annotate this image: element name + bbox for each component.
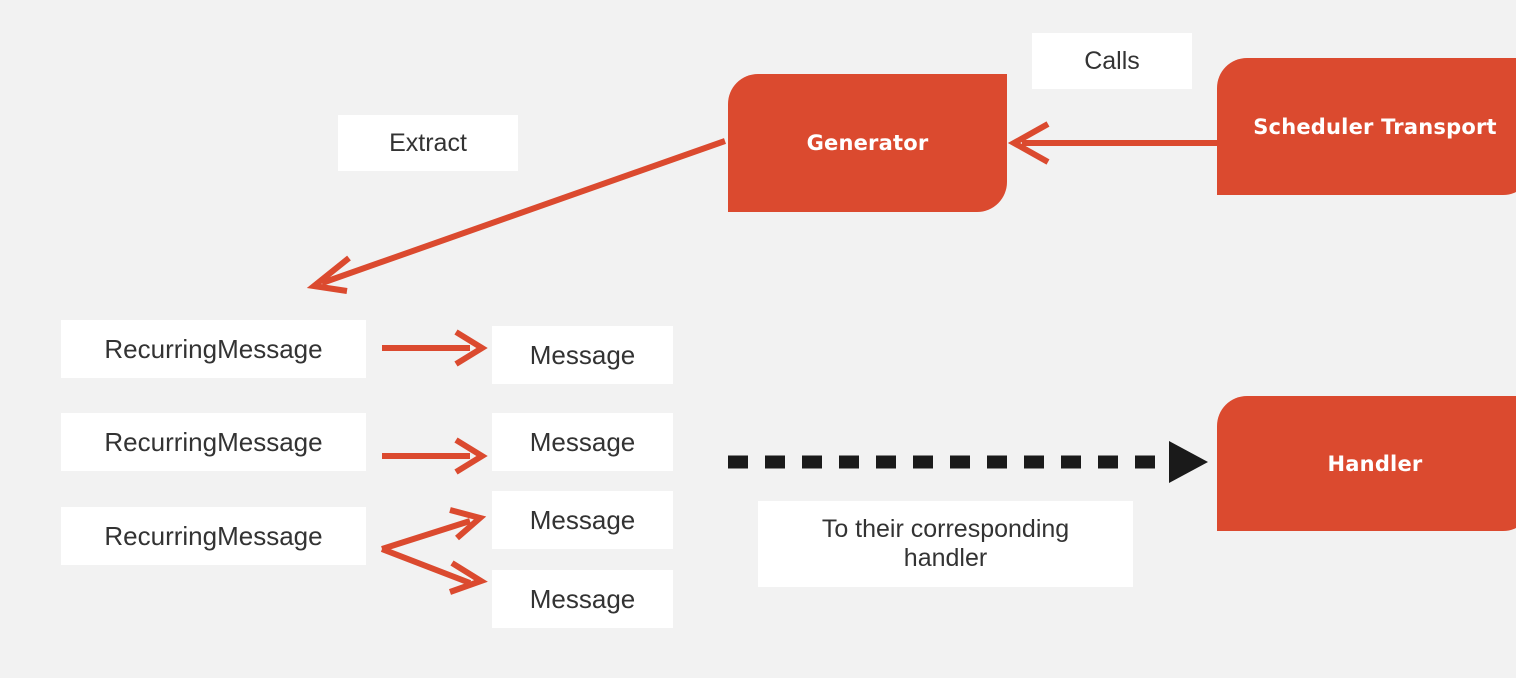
edge-label-calls: Calls bbox=[1032, 33, 1192, 89]
edge-label-to-handler-line1: To their corresponding bbox=[821, 514, 1070, 543]
edge-label-to-handler: To their corresponding handler bbox=[758, 501, 1133, 587]
node-generator-label: Generator bbox=[806, 131, 929, 155]
edge-label-extract: Extract bbox=[338, 115, 518, 171]
edge-scheduler-to-generator bbox=[1007, 121, 1217, 165]
diagram-canvas: Generator Scheduler Transport Handler Ca… bbox=[0, 0, 1516, 678]
node-message-3: Message bbox=[492, 491, 673, 549]
node-message-3-label: Message bbox=[529, 504, 636, 535]
node-recurring-message-1-label: RecurringMessage bbox=[104, 333, 323, 364]
edge-label-extract-text: Extract bbox=[389, 128, 467, 157]
node-scheduler-transport[interactable]: Scheduler Transport bbox=[1217, 58, 1516, 195]
node-message-4-label: Message bbox=[529, 583, 636, 614]
node-message-4: Message bbox=[492, 570, 673, 628]
edge-recurring-1-to-message-1 bbox=[382, 329, 488, 367]
edge-label-calls-text: Calls bbox=[1084, 46, 1140, 75]
node-recurring-message-1: RecurringMessage bbox=[61, 320, 366, 378]
node-recurring-message-3-label: RecurringMessage bbox=[104, 520, 323, 551]
edge-recurring-3-to-message-4 bbox=[380, 546, 488, 595]
node-message-2: Message bbox=[492, 413, 673, 471]
node-handler-label: Handler bbox=[1327, 451, 1423, 476]
edge-recurring-2-to-message-2 bbox=[382, 437, 488, 475]
edge-messages-to-handler bbox=[728, 441, 1208, 483]
node-recurring-message-2-label: RecurringMessage bbox=[104, 426, 323, 457]
node-scheduler-transport-label: Scheduler Transport bbox=[1253, 114, 1497, 139]
node-message-1-label: Message bbox=[529, 339, 636, 370]
node-generator[interactable]: Generator bbox=[728, 74, 1007, 212]
edge-recurring-3-to-message-3 bbox=[381, 507, 487, 552]
node-handler[interactable]: Handler bbox=[1217, 396, 1516, 531]
node-recurring-message-3: RecurringMessage bbox=[61, 507, 366, 565]
node-message-2-label: Message bbox=[529, 426, 636, 457]
node-recurring-message-2: RecurringMessage bbox=[61, 413, 366, 471]
node-message-1: Message bbox=[492, 326, 673, 384]
edge-label-to-handler-line2: handler bbox=[903, 544, 988, 572]
